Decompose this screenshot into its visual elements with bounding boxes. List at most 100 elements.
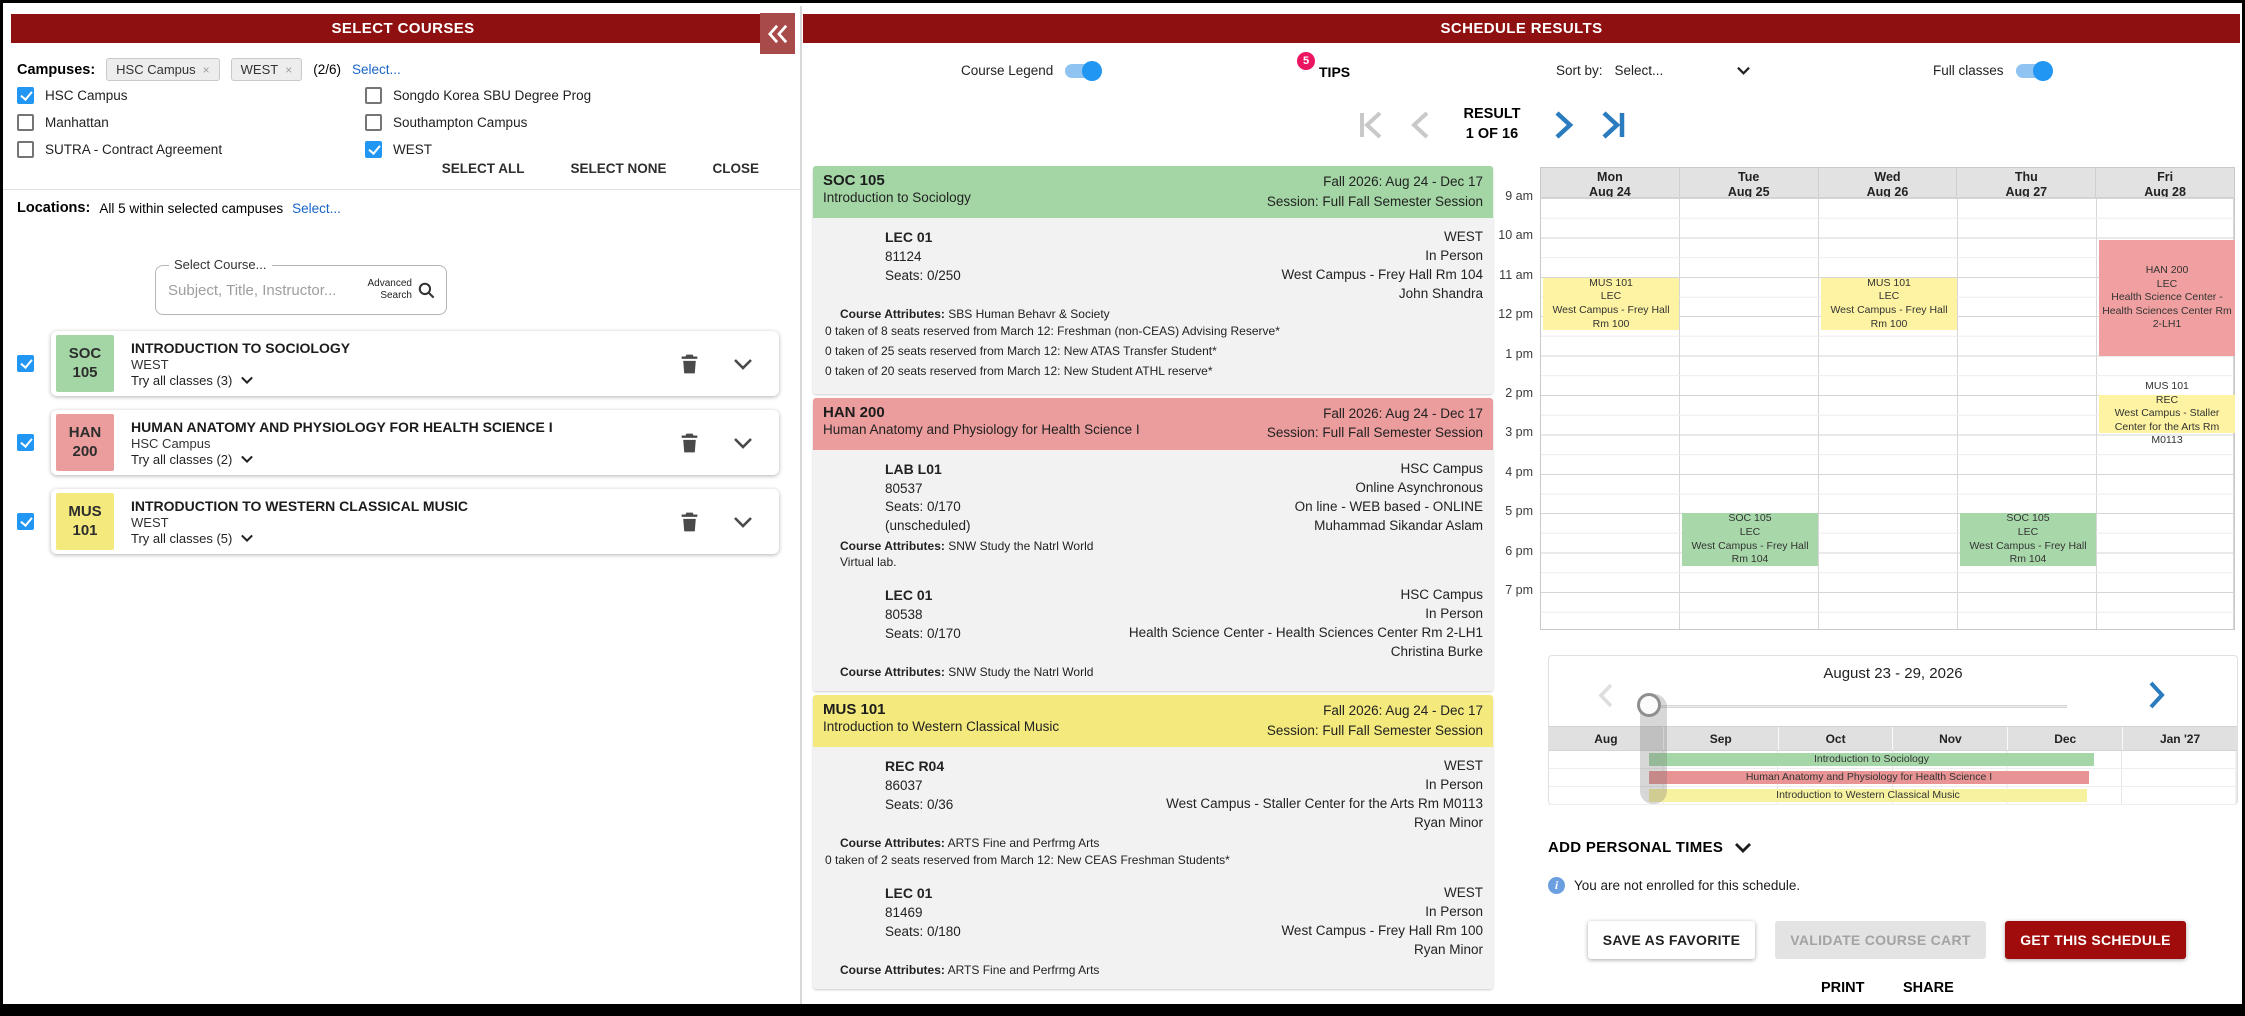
chip-remove-icon[interactable]: × [285, 63, 292, 77]
next-result-icon[interactable] [1554, 109, 1574, 141]
result-course-session: Session: Full Fall Semester Session [1267, 192, 1483, 212]
calendar-day-header: MonAug 24 TueAug 25 WedAug 26 ThuAug 27 … [1540, 167, 2235, 197]
section-mode: In Person [1129, 605, 1483, 624]
get-this-schedule-button[interactable]: GET THIS SCHEDULE [2005, 921, 2186, 959]
trash-icon[interactable] [680, 432, 699, 454]
locations-select-link[interactable]: Select... [292, 201, 341, 216]
close-button[interactable]: CLOSE [712, 161, 759, 176]
calendar-event-mus101-lec-wed[interactable]: MUS 101LECWest Campus - Frey Hall Rm 100 [1821, 278, 1957, 330]
search-icon[interactable] [417, 281, 436, 300]
campus-option[interactable]: SUTRA - Contract Agreement [17, 141, 365, 158]
chevron-down-icon[interactable] [733, 516, 753, 528]
checkbox-icon[interactable] [365, 114, 382, 131]
result-card-header[interactable]: SOC 105 Introduction to Sociology Fall 2… [813, 166, 1493, 218]
section-mode: In Person [1281, 247, 1483, 266]
result-card-header[interactable]: MUS 101 Introduction to Western Classica… [813, 695, 1493, 747]
collapse-panel-button[interactable] [760, 13, 795, 54]
campus-chip[interactable]: HSC Campus × [106, 58, 219, 81]
section-instructor: John Shandra [1281, 285, 1483, 304]
trash-icon[interactable] [680, 353, 699, 375]
full-classes-toggle[interactable] [2016, 64, 2050, 78]
section-location: On line - WEB based - ONLINE [1295, 498, 1483, 517]
chevron-down-icon[interactable] [241, 376, 253, 384]
share-button[interactable]: SHARE [1903, 980, 1954, 996]
time-label: 11 am [1463, 268, 1533, 282]
course-card-soc105[interactable]: SOC 105 INTRODUCTION TO SOCIOLOGY WEST T… [51, 331, 779, 396]
calendar-event-mus101-lec-mon[interactable]: MUS 101LECWest Campus - Frey Hall Rm 100 [1543, 278, 1679, 330]
validate-course-cart-button[interactable]: VALIDATE COURSE CART [1775, 921, 1986, 959]
checkbox-icon[interactable] [17, 114, 34, 131]
trash-icon[interactable] [680, 511, 699, 533]
reserve-note: 0 taken of 20 seats reserved from March … [825, 361, 1483, 381]
course-code-subject: MUS [68, 503, 101, 522]
campus-chip[interactable]: WEST × [231, 58, 303, 81]
checkbox-icon[interactable] [17, 434, 34, 451]
chevron-down-icon[interactable] [241, 455, 253, 463]
campus-option[interactable]: WEST [365, 141, 779, 158]
add-personal-times[interactable]: ADD PERSONAL TIMES [1548, 839, 1752, 856]
calendar-event-mus101-rec-fri[interactable]: MUS 101RECWest Campus - Staller Center f… [2099, 395, 2235, 433]
advanced-search-link[interactable]: Advanced Search [368, 278, 412, 302]
last-result-icon[interactable] [1600, 109, 1626, 141]
timeline-prev-icon[interactable] [1597, 682, 1614, 709]
select-none-button[interactable]: SELECT NONE [570, 161, 666, 176]
sort-by-control: Sort by: Select... [1556, 63, 1750, 78]
section-unscheduled: (unscheduled) [885, 517, 971, 536]
chevron-down-icon[interactable] [241, 534, 253, 542]
course-attributes-value: SNW Study the Natrl World [948, 539, 1093, 553]
chevron-down-icon[interactable] [733, 437, 753, 449]
campus-option[interactable]: Manhattan [17, 114, 365, 131]
campus-option[interactable]: Songdo Korea SBU Degree Prog [365, 87, 779, 104]
course-attributes-label: Course Attributes: [840, 539, 945, 553]
chip-remove-icon[interactable]: × [203, 63, 210, 77]
course-legend-toggle[interactable] [1065, 64, 1099, 78]
result-course-session: Session: Full Fall Semester Session [1267, 423, 1483, 443]
calendar-event-soc105-lec-tue[interactable]: SOC 105LECWest Campus - Frey Hall Rm 104 [1682, 513, 1818, 566]
tips-control[interactable]: 5 TIPS [1297, 52, 1315, 70]
course-classes-dropdown[interactable]: Try all classes (2) [131, 452, 232, 467]
save-as-favorite-button[interactable]: SAVE AS FAVORITE [1588, 921, 1755, 959]
checkbox-icon[interactable] [17, 513, 34, 530]
result-card-header[interactable]: HAN 200 Human Anatomy and Physiology for… [813, 398, 1493, 450]
timeline-slider-handle[interactable] [1637, 693, 1661, 717]
previous-result-icon[interactable] [1410, 109, 1430, 141]
time-label: 10 am [1463, 228, 1533, 242]
checkbox-icon[interactable] [17, 141, 34, 158]
checkbox-icon[interactable] [365, 87, 382, 104]
section-number: 80537 [885, 480, 971, 499]
panel-divider [800, 6, 802, 1004]
campus-option[interactable]: HSC Campus [17, 87, 365, 104]
select-all-button[interactable]: SELECT ALL [442, 161, 525, 176]
course-classes-dropdown[interactable]: Try all classes (3) [131, 373, 232, 388]
result-counter-line1: RESULT [1456, 105, 1528, 125]
calendar-event-soc105-lec-thu[interactable]: SOC 105LECWest Campus - Frey Hall Rm 104 [1960, 513, 2096, 566]
checkbox-icon[interactable] [17, 87, 34, 104]
info-icon: i [1548, 877, 1565, 894]
result-course-name: Human Anatomy and Physiology for Health … [823, 422, 1140, 437]
checkbox-icon[interactable] [365, 141, 382, 158]
timeline-next-icon[interactable] [2147, 680, 2166, 710]
campuses-select-link[interactable]: Select... [352, 62, 401, 77]
chevron-down-icon[interactable] [733, 358, 753, 370]
calendar-grid: MUS 101LECWest Campus - Frey Hall Rm 100… [1540, 197, 2235, 630]
section-seats: Seats: 0/180 [885, 923, 961, 942]
campus-option[interactable]: Southampton Campus [365, 114, 779, 131]
timeline-slider-track[interactable] [1649, 705, 2067, 708]
tips-label[interactable]: TIPS [1319, 64, 1350, 80]
calendar-event-han200-lec-fri[interactable]: HAN 200LECHealth Science Center - Health… [2099, 240, 2235, 356]
chevron-down-icon[interactable] [1737, 66, 1750, 75]
result-course-term: Fall 2026: Aug 24 - Dec 17 [1267, 701, 1483, 721]
checkbox-icon[interactable] [17, 355, 34, 372]
section-campus: WEST [1281, 884, 1483, 903]
sort-by-select[interactable]: Select... [1615, 63, 1725, 78]
print-button[interactable]: PRINT [1821, 980, 1865, 996]
course-attributes-label: Course Attributes: [840, 836, 945, 850]
course-classes-dropdown[interactable]: Try all classes (5) [131, 531, 232, 546]
course-card-han200[interactable]: HAN 200 HUMAN ANATOMY AND PHYSIOLOGY FOR… [51, 410, 779, 475]
course-card-mus101[interactable]: MUS 101 INTRODUCTION TO WESTERN CLASSICA… [51, 489, 779, 554]
first-result-icon[interactable] [1358, 109, 1384, 141]
section-seats: Seats: 0/170 [885, 498, 971, 517]
time-label: 1 pm [1463, 347, 1533, 361]
course-search-input[interactable] [168, 282, 368, 299]
result-course-name: Introduction to Western Classical Music [823, 719, 1059, 734]
